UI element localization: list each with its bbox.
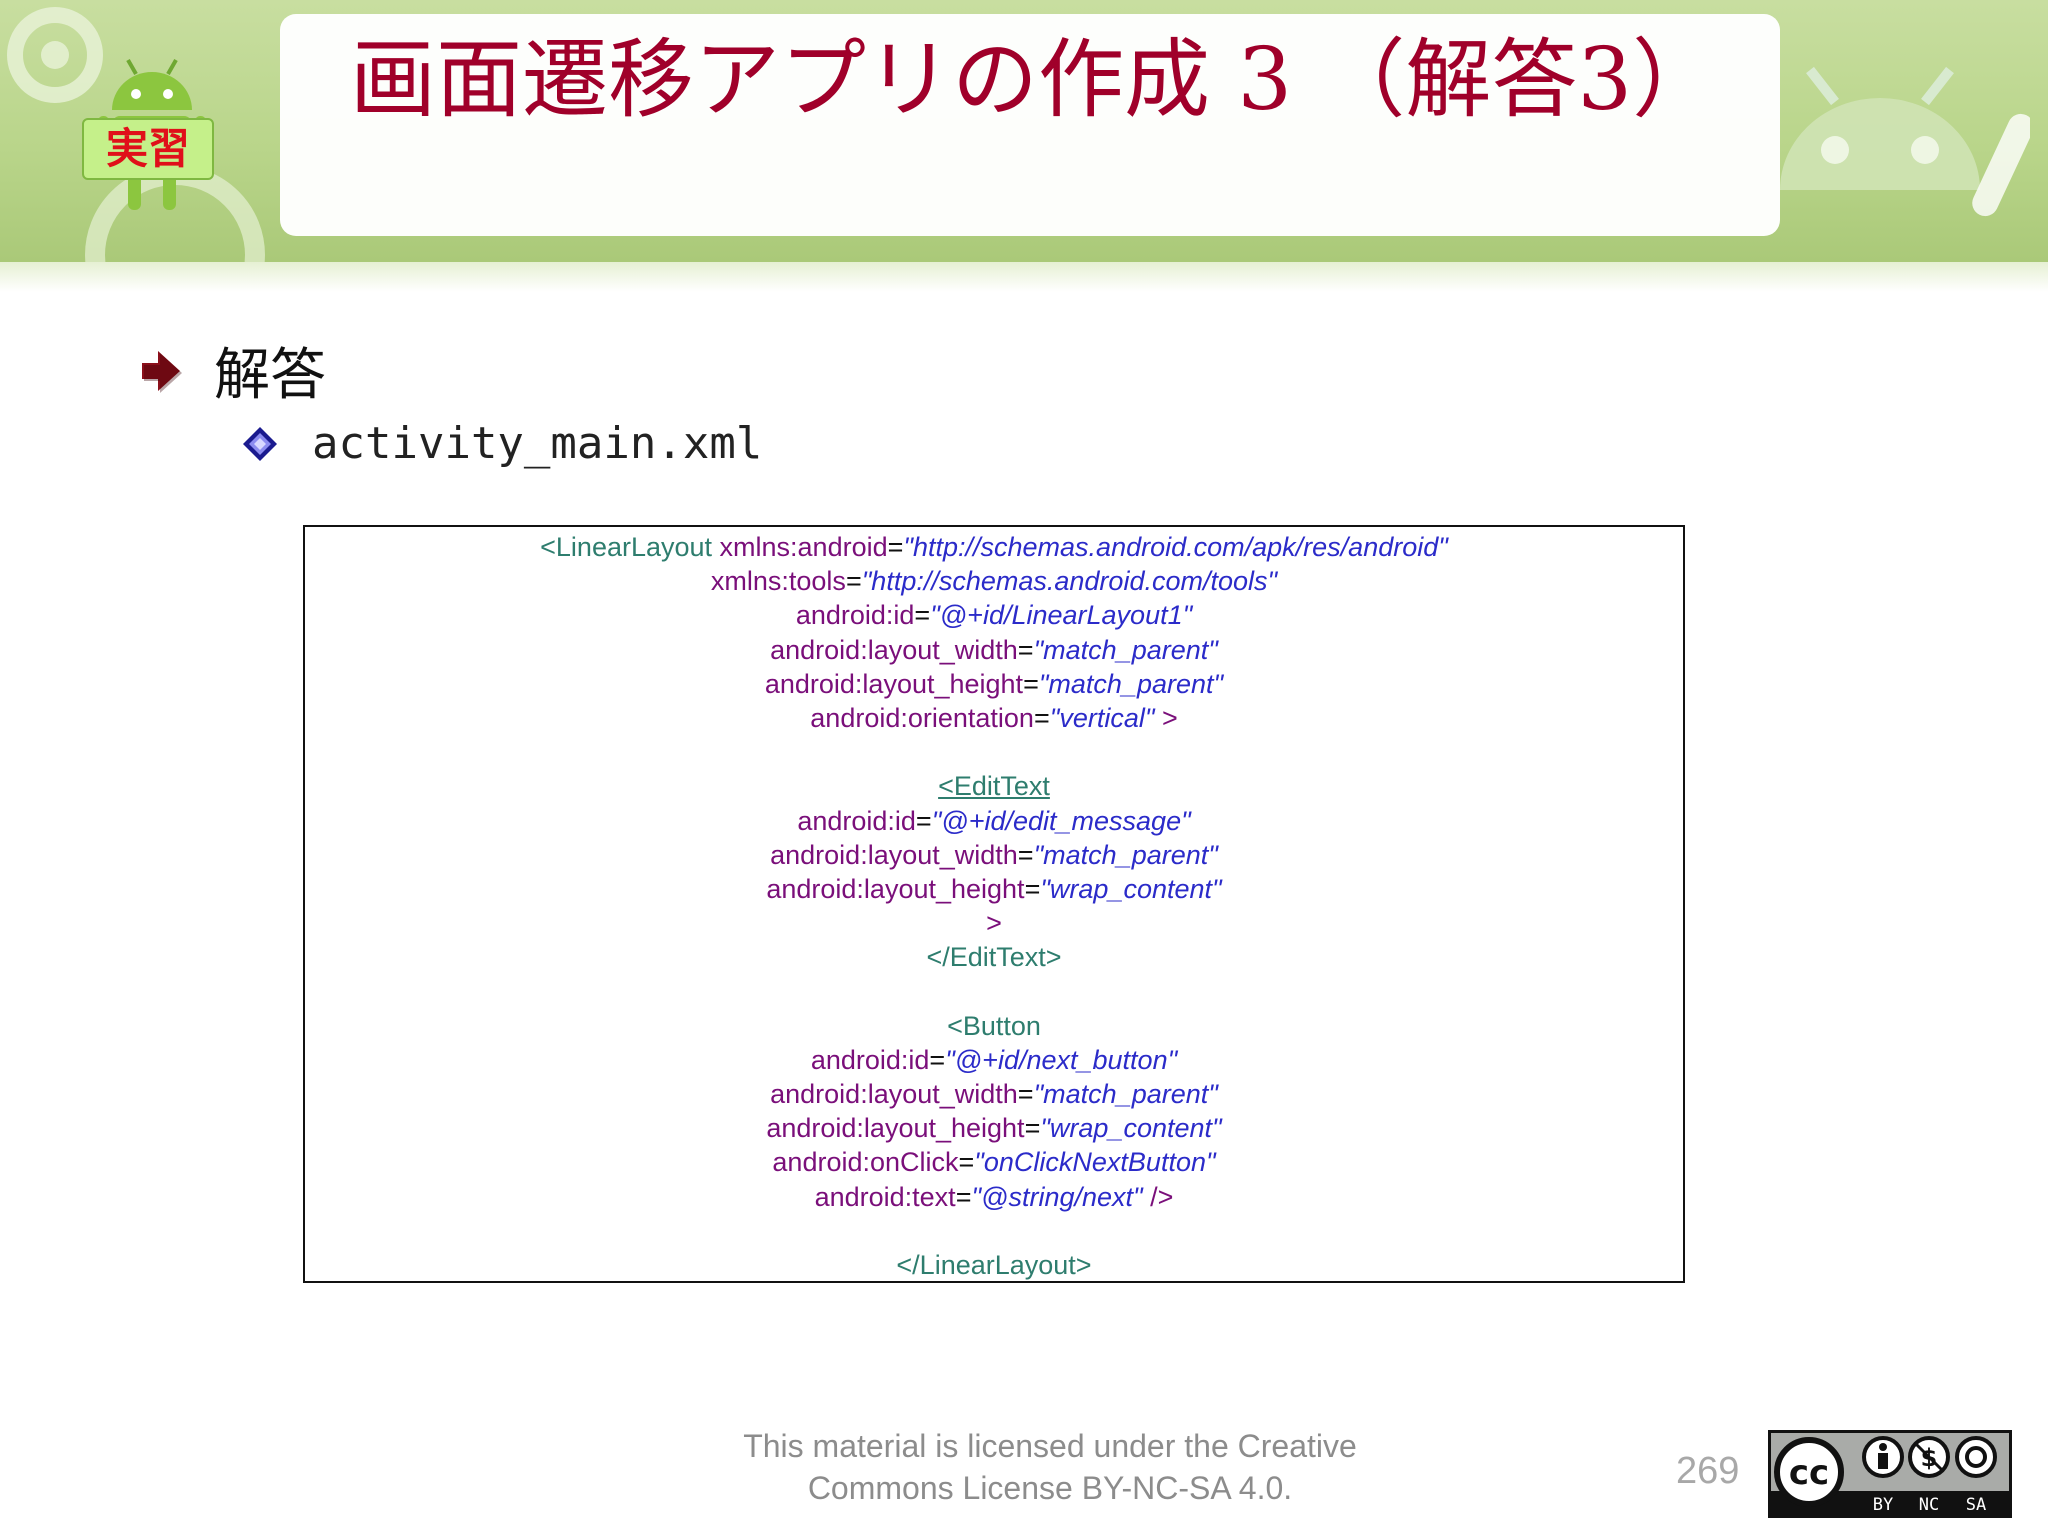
code-line: android:layout_height="wrap_content" [305,872,1683,906]
code-token: "wrap_content" [1040,873,1222,904]
code-line: android:id="@+id/edit_message" [305,804,1683,838]
code-token: = [929,1044,946,1075]
code-token: = [958,1147,975,1178]
practice-badge: 実習 [82,118,214,180]
code-token: android:id [810,1044,930,1075]
bullet-level2-text: activity_main.xml [312,418,763,469]
code-token: = [1017,634,1034,665]
code-token: android:layout_height [766,1113,1025,1144]
code-token: "onClickNextButton" [974,1147,1216,1178]
code-token: android:layout_height [766,873,1025,904]
code-token: <Button [947,1010,1041,1041]
code-token: = [1017,839,1034,870]
code-line: android:id="@+id/next_button" [305,1043,1683,1077]
code-token: "@string/next" [971,1181,1143,1212]
license-line: Commons License BY-NC-SA 4.0. [807,1470,1293,1506]
code-token: = [1023,668,1039,699]
cc-badge-graphic: cc $ BY NC SA [1771,1436,2009,1515]
diamond-bullet-icon [243,426,277,461]
code-token: android:layout_width [770,839,1018,870]
code-token: = [1033,702,1050,733]
cc-nc-text: NC [1919,1495,1939,1515]
code-token: = [914,600,931,631]
code-line: android:id="@+id/LinearLayout1" [305,598,1683,632]
page-title: 画面遷移アプリの作成 3 （解答3） [350,30,1719,130]
code-line: android:layout_width="match_parent" [305,633,1683,667]
code-line: <LinearLayout xmlns:android="http://sche… [305,530,1683,564]
code-token: = [887,532,904,562]
code-line: android:orientation="vertical" > [305,701,1683,735]
code-token: "http://schemas.android.com/apk/res/andr… [903,532,1448,562]
code-token: = [915,805,932,836]
code-token: android:text [814,1181,956,1212]
code-line: android:layout_width="match_parent" [305,838,1683,872]
code-line: > [305,906,1683,940]
cc-main-text: cc [1789,1453,1829,1493]
code-token: = [1024,1113,1041,1144]
code-token: = [845,566,862,597]
code-token: = [955,1181,972,1212]
code-token: android:layout_width [770,634,1018,665]
code-line: </EditText> [305,940,1683,974]
gear-icon [7,7,103,103]
code-line: xmlns:tools="http://schemas.android.com/… [305,564,1683,598]
license-line: This material is licensed under the Crea… [743,1428,1357,1464]
code-line: android:layout_height="match_parent" [305,667,1683,701]
code-line: android:onClick="onClickNextButton" [305,1145,1683,1179]
cc-by-text: BY [1873,1495,1893,1515]
code-token: "match_parent" [1033,634,1218,665]
header-banner: 実習 画面遷移アプリの作成 3 （解答3） [0,0,2048,270]
code-token: "vertical" [1049,702,1155,733]
code-token: > [1154,702,1178,733]
code-line: android:layout_width="match_parent" [305,1077,1683,1111]
code-token: "wrap_content" [1040,1113,1222,1144]
code-line: <Button [305,1009,1683,1043]
android-robot-icon [1780,66,2030,217]
code-token: "http://schemas.android.com/tools" [861,566,1278,597]
code-token: android:layout_height [764,668,1024,699]
code-token: "@+id/next_button" [945,1044,1178,1075]
code-token: android:layout_width [770,1079,1018,1109]
code-token: <EditText [938,771,1050,802]
cc-sa-text: SA [1966,1495,1986,1515]
code-token: <LinearLayout [540,532,720,562]
arrow-bullet-icon [142,350,182,393]
code-token: android:orientation [810,702,1034,733]
code-token: xmlns:tools [710,566,846,597]
code-token: = [1024,873,1041,904]
code-line: android:text="@string/next" /> [305,1180,1683,1214]
code-token: android:onClick [772,1147,959,1178]
bullet-level1: 解答 [140,330,326,411]
code-token: "match_parent" [1033,1079,1218,1109]
code-token: = [1017,1079,1034,1109]
code-line: android:layout_height="wrap_content" [305,1111,1683,1145]
code-token: android:id [797,805,916,836]
bullet-level1-text: 解答 [214,343,326,408]
code-token: android:id [795,600,915,631]
code-token: "@+id/LinearLayout1" [930,600,1193,631]
code-token: "match_parent" [1033,839,1218,870]
banner-shadow [0,262,2048,292]
code-token: /> [1142,1181,1174,1212]
cc-license-badge: cc $ BY NC SA [1768,1430,2012,1518]
code-token: > [986,908,1002,939]
code-token: xmlns:android [719,532,888,562]
code-line: </LinearLayout> [305,1248,1683,1282]
page-number: 269 [1676,1450,1740,1492]
code-token: "match_parent" [1038,668,1224,699]
license-text: This material is licensed under the Crea… [700,1425,1400,1509]
code-token: </LinearLayout> [896,1249,1092,1280]
code-block: <LinearLayout xmlns:android="http://sche… [303,525,1685,1283]
code-token: "@+id/edit_message" [931,805,1191,836]
code-line: <EditText [305,769,1683,803]
bullet-level2: activity_main.xml [242,418,762,469]
code-token: </EditText> [926,942,1062,973]
